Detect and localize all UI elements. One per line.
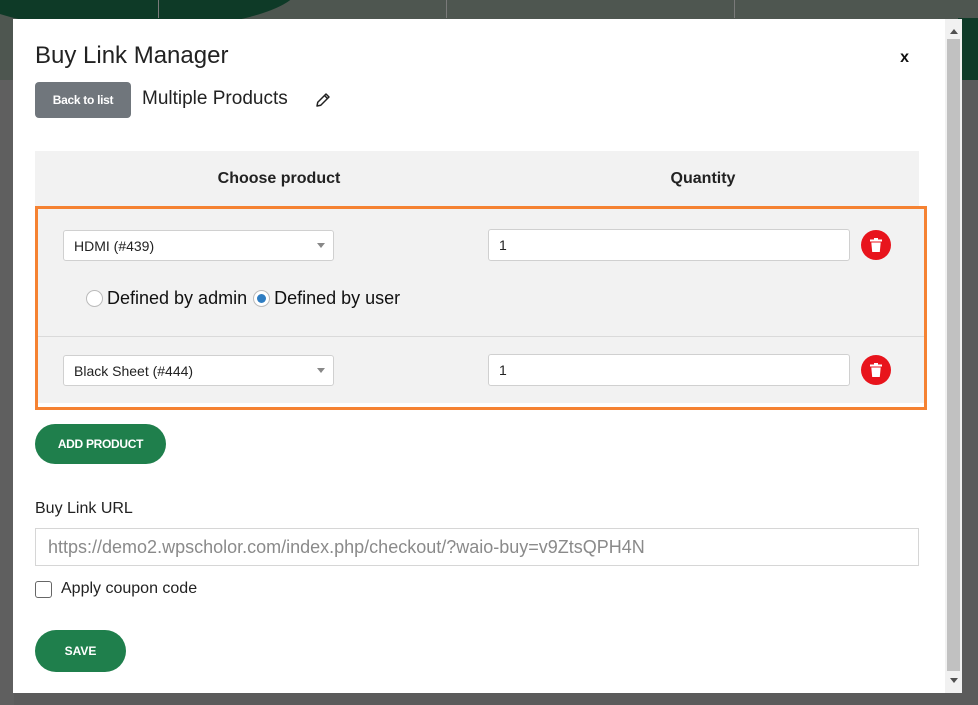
buy-link-url-field[interactable]: https://demo2.wpscholor.com/index.php/ch… [35, 528, 919, 566]
back-to-list-button[interactable]: Back to list [35, 82, 131, 118]
link-name: Multiple Products [142, 88, 288, 109]
save-button[interactable]: SAVE [35, 630, 126, 672]
quantity-input[interactable] [488, 354, 850, 386]
modal-title: Buy Link Manager [35, 42, 229, 69]
buy-link-url-label: Buy Link URL [35, 500, 133, 517]
quantity-mode-radio-group: Defined by admin Defined by user [86, 288, 406, 309]
scroll-up-arrow-icon[interactable] [950, 29, 958, 34]
table-row: HDMI (#439) Defined by admin Defined by … [38, 209, 924, 336]
product-select[interactable]: HDMI (#439) [63, 230, 334, 261]
scrollbar[interactable] [945, 19, 962, 693]
scroll-thumb[interactable] [947, 39, 960, 671]
column-header-product: Choose product [217, 170, 341, 187]
radio-defined-by-admin[interactable] [86, 290, 103, 307]
product-select[interactable]: Black Sheet (#444) [63, 355, 334, 386]
scroll-down-arrow-icon[interactable] [950, 678, 958, 683]
buy-link-manager-modal: Buy Link Manager x Back to list Multiple… [13, 19, 962, 693]
product-select-value: HDMI (#439) [74, 237, 155, 254]
column-header-quantity: Quantity [670, 170, 736, 187]
delete-product-button[interactable] [861, 355, 891, 385]
quantity-input[interactable] [488, 229, 850, 261]
apply-coupon-checkbox[interactable] [35, 580, 52, 598]
apply-coupon-label: Apply coupon code [61, 580, 198, 597]
radio-label-admin: Defined by admin [107, 288, 248, 308]
table-row: Black Sheet (#444) [38, 337, 924, 403]
products-table-header: Choose product Quantity [35, 151, 919, 206]
background-divider [734, 0, 735, 18]
product-rows-highlight: HDMI (#439) Defined by admin Defined by … [35, 206, 927, 410]
background-panel [0, 80, 14, 705]
trash-icon [870, 363, 882, 377]
background-divider [446, 0, 447, 18]
apply-coupon-option: Apply coupon code [35, 580, 197, 598]
edit-pencil-icon[interactable] [314, 91, 332, 109]
product-select-value: Black Sheet (#444) [74, 362, 194, 379]
chevron-down-icon [317, 243, 325, 248]
delete-product-button[interactable] [861, 230, 891, 260]
radio-defined-by-user[interactable] [253, 290, 271, 307]
radio-label-user: Defined by user [274, 288, 401, 308]
background-divider [158, 0, 159, 18]
trash-icon [870, 238, 882, 252]
add-product-button[interactable]: ADD PRODUCT [35, 424, 166, 464]
chevron-down-icon [317, 368, 325, 373]
close-button[interactable]: x [900, 49, 909, 67]
